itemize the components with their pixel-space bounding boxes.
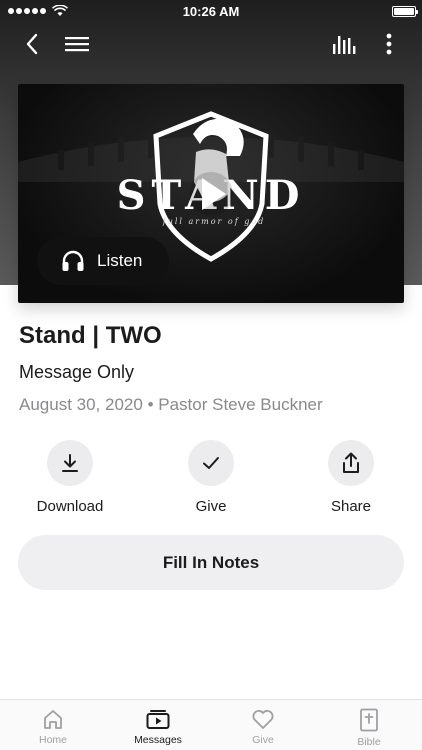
message-speaker: Pastor Steve Buckner — [158, 395, 323, 414]
status-bar: 10:26 AM — [0, 0, 422, 22]
meta-separator: • — [147, 395, 159, 414]
action-row: Download Give Share — [0, 440, 422, 520]
share-circle[interactable] — [328, 440, 374, 486]
tab-messages[interactable]: Messages — [108, 700, 208, 750]
video-player[interactable]: STAND full armor of god Listen — [18, 84, 404, 303]
checkmark-icon — [203, 457, 219, 469]
equalizer-icon — [333, 36, 356, 54]
headphones-icon — [62, 250, 84, 271]
chevron-left-icon — [26, 33, 38, 55]
tab-give-label: Give — [252, 734, 274, 746]
nav-bar — [0, 22, 422, 66]
share-button[interactable]: Share — [301, 440, 401, 515]
listen-label: Listen — [97, 251, 143, 270]
logo-tagline: full armor of god — [162, 217, 266, 226]
tab-home[interactable]: Home — [3, 700, 103, 750]
share-label: Share — [330, 498, 372, 515]
more-options-button[interactable] — [369, 22, 409, 66]
tab-give[interactable]: Give — [213, 700, 313, 750]
download-circle[interactable] — [47, 440, 93, 486]
battery-icon — [392, 5, 418, 17]
home-icon — [44, 710, 62, 729]
give-button[interactable]: Give — [161, 440, 261, 515]
more-vertical-icon — [386, 33, 392, 55]
share-icon — [343, 452, 359, 473]
tab-bible[interactable]: Bible — [319, 700, 419, 750]
give-circle[interactable] — [188, 440, 234, 486]
tab-messages-label: Messages — [134, 734, 182, 746]
bible-icon — [360, 708, 378, 732]
message-title: Stand | TWO — [19, 322, 162, 349]
play-box-icon — [146, 710, 170, 729]
status-time: 10:26 AM — [182, 3, 240, 19]
hamburger-icon — [65, 37, 89, 52]
download-label: Download — [36, 498, 104, 515]
play-icon[interactable] — [189, 172, 233, 216]
message-date: August 30, 2020 — [19, 395, 143, 414]
download-icon — [62, 454, 78, 472]
listen-button[interactable]: Listen — [37, 237, 169, 285]
message-meta: August 30, 2020 • Pastor Steve Buckner — [19, 395, 323, 415]
heart-icon — [252, 710, 274, 729]
menu-button[interactable] — [57, 22, 97, 66]
audio-levels-button[interactable] — [324, 22, 364, 66]
tab-home-label: Home — [38, 734, 67, 746]
tab-bible-label: Bible — [357, 736, 381, 748]
back-button[interactable] — [12, 22, 52, 66]
give-label: Give — [195, 498, 227, 515]
tab-bar: Home Messages Give Bible — [0, 699, 422, 750]
download-button[interactable]: Download — [20, 440, 120, 515]
message-subtitle: Message Only — [19, 362, 135, 382]
fill-in-notes-button[interactable]: Fill In Notes — [18, 535, 404, 590]
